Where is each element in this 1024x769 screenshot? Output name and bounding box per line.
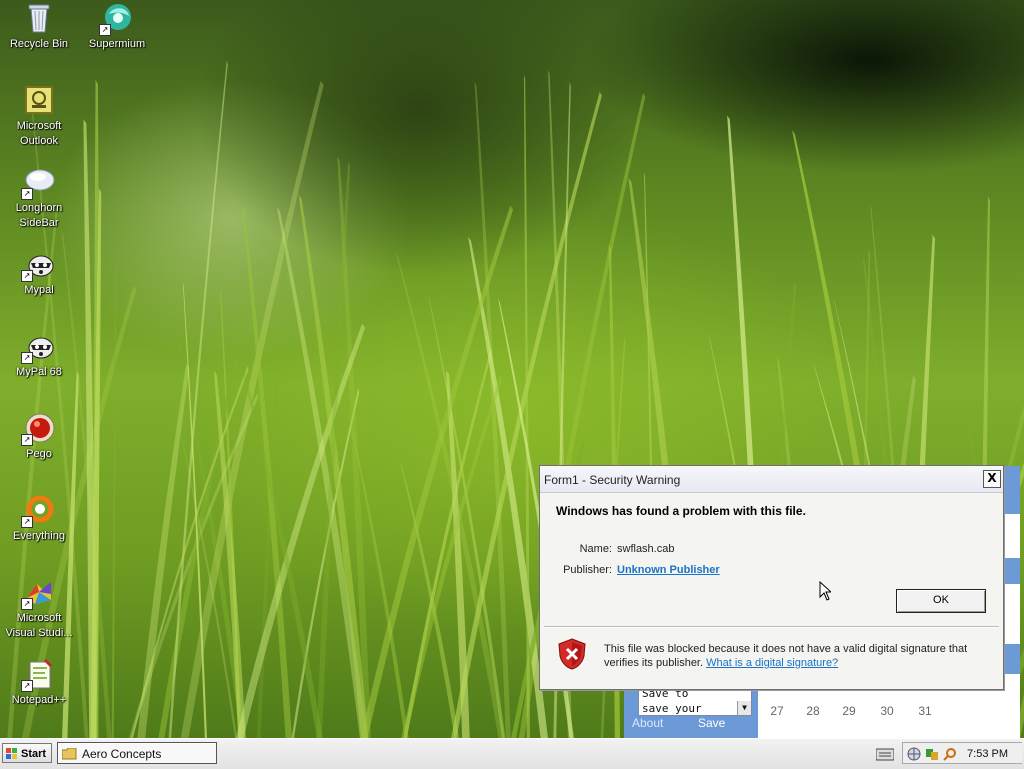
dialog-titlebar[interactable]: Form1 - Security Warning X — [540, 466, 1003, 493]
sidebar-icon: ↗ — [21, 166, 55, 200]
grass-blade — [137, 364, 190, 738]
gadget-panel-fragment — [1002, 514, 1020, 558]
gadget-panel-fragment — [1002, 584, 1020, 644]
calendar-day[interactable]: 30 — [872, 704, 902, 718]
desktop-icon-label: Pego — [26, 448, 52, 460]
close-button[interactable]: X — [983, 470, 1001, 488]
calendar-day[interactable]: 29 — [834, 704, 864, 718]
desktop-icon-label: Longhorn SideBar — [15, 202, 63, 229]
notes-scroll-down-icon[interactable]: ▼ — [737, 701, 751, 715]
desktop-icon-label: Supermium — [88, 38, 146, 50]
calendar-day[interactable]: 31 — [910, 704, 940, 718]
pego-icon: ↗ — [21, 412, 55, 446]
recycle-bin-icon — [23, 2, 55, 34]
calendar-day[interactable]: 27 — [762, 704, 792, 718]
mouse-cursor-icon — [819, 581, 831, 601]
mypal-icon: ↗ — [21, 330, 55, 364]
desktop-icon-label: Notepad++ — [11, 694, 67, 706]
publisher-link[interactable]: Unknown Publisher — [617, 564, 720, 576]
desktop-icon-label: Microsoft Outlook — [16, 120, 62, 147]
shortcut-arrow-icon: ↗ — [21, 188, 33, 200]
supermium-icon: ↗ — [99, 2, 133, 36]
taskbar: Start Aero Concepts 7:53 PM — [0, 738, 1024, 769]
desktop-icon-label: Recycle Bin — [9, 38, 69, 50]
close-icon: X — [987, 471, 997, 485]
shortcut-arrow-icon: ↗ — [21, 270, 33, 282]
folder-icon — [62, 748, 77, 760]
visual-studio-icon: ↗ — [21, 576, 55, 610]
desktop-icon-label: MyPal 68 — [16, 366, 62, 378]
grass-blade — [523, 74, 530, 738]
shortcut-arrow-icon: ↗ — [21, 352, 33, 364]
grass-blade — [474, 81, 511, 738]
name-value: swflash.cab — [617, 543, 675, 555]
desktop-icon-label: Microsoft Visual Studi... — [5, 612, 73, 639]
keyboard-icon[interactable] — [876, 747, 894, 761]
dialog-heading: Windows has found a problem with this fi… — [556, 504, 806, 518]
everything-icon: ↗ — [21, 494, 55, 528]
security-shield-icon — [558, 638, 586, 670]
shield-tray-icon[interactable] — [925, 747, 939, 761]
desktop-icon-mypal[interactable]: ↗ Mypal — [1, 248, 77, 298]
network-icon[interactable] — [907, 747, 921, 761]
gadget-about-link[interactable]: About — [632, 716, 663, 730]
desktop-icon-outlook[interactable]: Microsoft Outlook — [1, 84, 77, 149]
calendar-row: 27 28 29 30 31 — [758, 704, 1020, 724]
grass-blade — [360, 205, 514, 738]
clock[interactable]: 7:53 PM — [967, 748, 1008, 760]
shortcut-arrow-icon: ↗ — [21, 516, 33, 528]
desktop-icon-sidebar[interactable]: ↗ Longhorn SideBar — [1, 166, 77, 231]
warning-message: This file was blocked because it does no… — [604, 642, 984, 670]
dialog-separator — [544, 626, 999, 628]
shortcut-arrow-icon: ↗ — [21, 598, 33, 610]
grass-blade — [111, 260, 117, 738]
desktop-icon-everything[interactable]: ↗ Everything — [1, 494, 77, 544]
desktop: Recycle Bin ↗ Supermium Microsoft Outloo… — [0, 0, 1024, 738]
desktop-icon-visual-studio[interactable]: ↗ Microsoft Visual Studi... — [1, 576, 77, 641]
search-icon[interactable] — [943, 747, 957, 761]
desktop-icon-label: Everything — [13, 530, 65, 542]
shortcut-arrow-icon: ↗ — [99, 24, 111, 36]
outlook-icon — [23, 84, 55, 116]
desktop-icon-recycle-bin[interactable]: Recycle Bin — [1, 2, 77, 52]
taskbar-item-label: Aero Concepts — [82, 747, 162, 761]
mypal-icon: ↗ — [21, 248, 55, 282]
dialog-title: Form1 - Security Warning — [544, 473, 681, 487]
gadget-save-link[interactable]: Save — [698, 716, 725, 730]
security-warning-dialog: Form1 - Security Warning X Windows has f… — [539, 465, 1004, 690]
calendar-day[interactable]: 28 — [798, 704, 828, 718]
name-label: Name: — [579, 543, 612, 555]
desktop-icon-pego[interactable]: ↗ Pego — [1, 412, 77, 462]
shortcut-arrow-icon: ↗ — [21, 680, 33, 692]
shortcut-arrow-icon: ↗ — [21, 434, 33, 446]
start-button[interactable]: Start — [2, 743, 52, 763]
desktop-icon-label: Mypal — [24, 284, 54, 296]
publisher-label: Publisher: — [563, 564, 612, 576]
digital-signature-link[interactable]: What is a digital signature? — [706, 657, 838, 669]
desktop-icon-supermium[interactable]: ↗ Supermium — [79, 2, 155, 52]
grass-blade — [400, 461, 460, 738]
system-tray: 7:53 PM — [902, 742, 1022, 764]
ok-button[interactable]: OK — [896, 589, 986, 613]
desktop-icon-mypal68[interactable]: ↗ MyPal 68 — [1, 330, 77, 380]
taskbar-item-aero-concepts[interactable]: Aero Concepts — [57, 742, 217, 764]
notes-text: Save to save your — [642, 687, 702, 715]
desktop-icon-notepadpp[interactable]: ↗ Notepad++ — [1, 658, 77, 708]
notepadpp-icon: ↗ — [21, 658, 55, 692]
start-label: Start — [21, 748, 47, 760]
windows-logo-icon — [6, 748, 17, 759]
